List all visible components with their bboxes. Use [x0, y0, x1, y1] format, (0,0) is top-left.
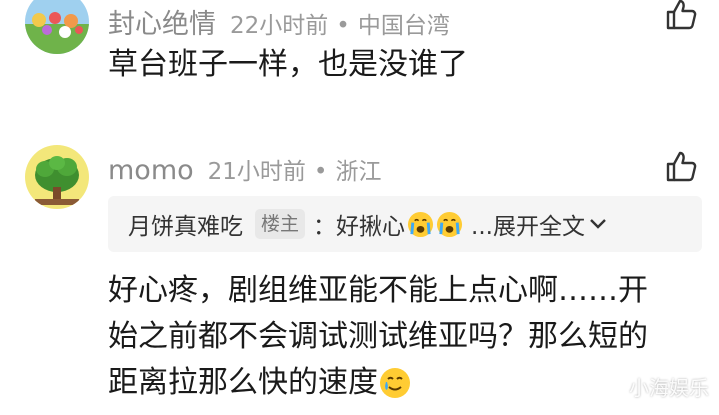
comment-content: 草台班子一样，也是没谁了	[108, 47, 468, 82]
separator: •	[336, 13, 350, 39]
content-line: 距离拉那么快的速度	[108, 365, 378, 400]
crying-face-emoji-icon	[436, 211, 463, 237]
like-button[interactable]	[664, 0, 698, 32]
quoted-username[interactable]: 月饼真难吃	[128, 207, 243, 241]
watermark: 小海娱乐	[629, 376, 709, 400]
location: 中国台湾	[357, 13, 450, 39]
comment-meta: 封心绝情 22小时前 • 中国台湾	[108, 2, 450, 41]
timestamp: 22小时前	[230, 13, 329, 39]
like-button[interactable]	[664, 150, 698, 184]
content-line: 好心疼，剧组维亚能不能上点心啊……开	[108, 273, 648, 308]
thumbs-up-icon	[666, 0, 697, 30]
content-line: 始之前都不会调试测试维亚吗？那么短的	[108, 319, 648, 354]
comment-item: 封心绝情 22小时前 • 中国台湾 草台班子一样，也是没谁了	[0, 0, 719, 140]
quoted-text: ：好揪心	[313, 214, 406, 240]
comment-content: 好心疼，剧组维亚能不能上点心啊……开 始之前都不会调试测试维亚吗？那么短的 距离…	[108, 268, 648, 406]
username[interactable]: 封心绝情	[108, 2, 216, 41]
avatar[interactable]	[25, 0, 89, 54]
avatar[interactable]	[25, 145, 89, 209]
comment-meta: momo 21小时前 • 浙江	[108, 152, 382, 186]
crying-face-emoji-icon	[407, 211, 434, 237]
thumbs-up-icon	[666, 151, 697, 182]
timestamp: 21小时前	[207, 159, 306, 185]
green-bush-avatar-icon	[25, 145, 89, 209]
colorful-garden-avatar-icon	[25, 0, 89, 54]
username[interactable]: momo	[108, 155, 194, 186]
separator: •	[313, 159, 328, 185]
location: 浙江	[335, 159, 382, 185]
chevron-down-icon[interactable]	[589, 218, 607, 230]
expand-full-text-link[interactable]: ...展开全文	[471, 207, 585, 241]
smiling-with-tear-emoji-icon	[380, 368, 410, 398]
author-badge: 楼主	[255, 209, 306, 239]
quoted-comment[interactable]: 月饼真难吃 楼主 ：好揪心 ...展开全文	[108, 196, 702, 252]
content-line-last: 距离拉那么快的速度	[108, 360, 648, 406]
